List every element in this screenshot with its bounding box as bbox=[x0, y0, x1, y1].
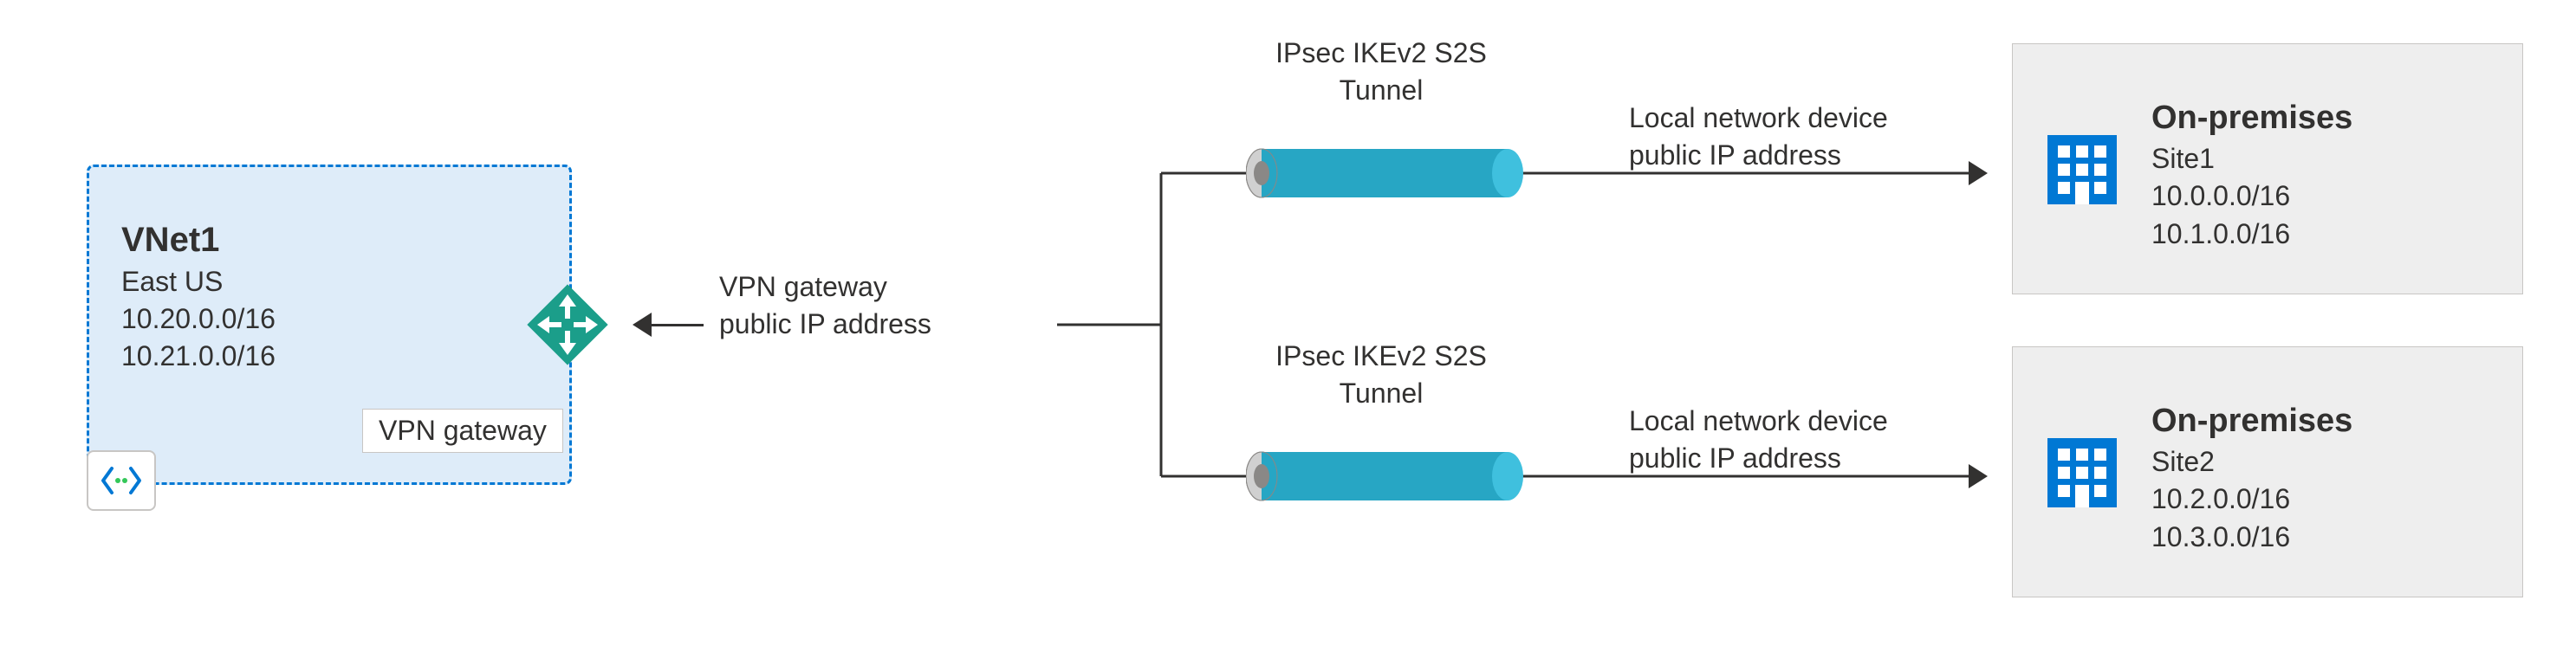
site1-info: On-premises Site1 10.0.0.0/16 10.1.0.0/1… bbox=[2151, 96, 2352, 253]
arrow-to-site2-icon bbox=[1969, 464, 1988, 488]
site2-title: On-premises bbox=[2151, 399, 2352, 443]
gateway-label: VPN gateway bbox=[379, 415, 547, 446]
site2-cidr1: 10.2.0.0/16 bbox=[2151, 481, 2352, 518]
gateway-label-box: VPN gateway bbox=[362, 409, 563, 453]
local-device-2-line1: Local network device bbox=[1629, 403, 1888, 440]
vnet-title: VNet1 bbox=[121, 216, 276, 263]
local-device-1-label: Local network device public IP address bbox=[1629, 100, 1888, 174]
site1-cidr2: 10.1.0.0/16 bbox=[2151, 216, 2352, 253]
tunnel2-line2: Tunnel bbox=[1225, 375, 1537, 412]
tunnel1-icon bbox=[1246, 147, 1523, 206]
building-icon bbox=[2039, 429, 2125, 516]
gateway-description: VPN gateway public IP address bbox=[719, 268, 931, 343]
site1-title: On-premises bbox=[2151, 96, 2352, 140]
tunnel1-line2: Tunnel bbox=[1225, 72, 1537, 109]
tunnel1-line1: IPsec IKEv2 S2S bbox=[1225, 35, 1537, 72]
vnet-icon bbox=[87, 450, 156, 511]
tunnel2-line1: IPsec IKEv2 S2S bbox=[1225, 338, 1537, 375]
gateway-icon bbox=[520, 277, 615, 372]
local-device-1-line2: public IP address bbox=[1629, 137, 1888, 174]
tunnel2-icon bbox=[1246, 450, 1523, 509]
gateway-desc-line1: VPN gateway bbox=[719, 268, 931, 306]
vnet-region: East US bbox=[121, 263, 276, 300]
site1-cidr1: 10.0.0.0/16 bbox=[2151, 178, 2352, 215]
arrow-to-gateway-icon bbox=[633, 313, 652, 337]
site2-cidr2: 10.3.0.0/16 bbox=[2151, 519, 2352, 556]
local-device-1-line1: Local network device bbox=[1629, 100, 1888, 137]
vnet-cidr1: 10.20.0.0/16 bbox=[121, 300, 276, 338]
tunnel2-label: IPsec IKEv2 S2S Tunnel bbox=[1225, 338, 1537, 412]
gateway-desc-line2: public IP address bbox=[719, 306, 931, 343]
building-icon bbox=[2039, 126, 2125, 213]
local-device-2-label: Local network device public IP address bbox=[1629, 403, 1888, 477]
site2-box: On-premises Site2 10.2.0.0/16 10.3.0.0/1… bbox=[2012, 346, 2523, 597]
site2-name: Site2 bbox=[2151, 443, 2352, 481]
site1-box: On-premises Site1 10.0.0.0/16 10.1.0.0/1… bbox=[2012, 43, 2523, 294]
vnet-info: VNet1 East US 10.20.0.0/16 10.21.0.0/16 bbox=[121, 216, 276, 376]
arrow-line-gateway bbox=[652, 324, 704, 326]
tunnel1-label: IPsec IKEv2 S2S Tunnel bbox=[1225, 35, 1537, 109]
vnet-cidr2: 10.21.0.0/16 bbox=[121, 338, 276, 375]
arrow-to-site1-icon bbox=[1969, 161, 1988, 185]
site2-info: On-premises Site2 10.2.0.0/16 10.3.0.0/1… bbox=[2151, 399, 2352, 556]
site1-name: Site1 bbox=[2151, 140, 2352, 178]
local-device-2-line2: public IP address bbox=[1629, 440, 1888, 477]
